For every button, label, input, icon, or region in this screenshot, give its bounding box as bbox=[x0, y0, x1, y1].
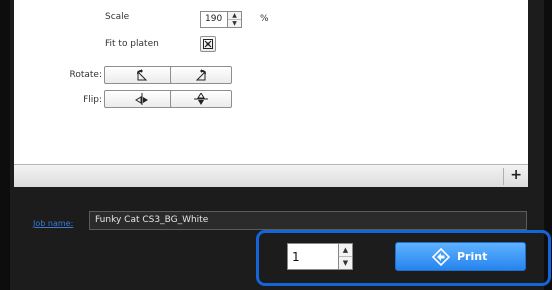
print-diamond-icon bbox=[432, 248, 450, 266]
flip-label: Flip: bbox=[83, 95, 102, 105]
flip-horizontal-icon bbox=[134, 93, 148, 105]
scale-unit: % bbox=[260, 14, 269, 24]
rotate-right-icon bbox=[195, 69, 206, 81]
scale-label: Scale bbox=[105, 12, 130, 22]
scale-stepper[interactable]: 190 ▲ ▼ bbox=[200, 11, 242, 28]
fit-to-platen-icon bbox=[203, 39, 213, 49]
scale-value: 190 bbox=[205, 14, 223, 24]
rotate-left-button[interactable] bbox=[104, 66, 179, 84]
print-button[interactable]: Print bbox=[395, 242, 526, 271]
copies-increase-button[interactable]: ▲ bbox=[339, 244, 352, 257]
copies-stepper-arrows: ▲ ▼ bbox=[338, 244, 352, 269]
rotate-left-icon bbox=[136, 69, 147, 81]
window-frame-left bbox=[0, 0, 10, 290]
rotate-right-button[interactable] bbox=[170, 66, 232, 84]
fit-to-platen-button[interactable] bbox=[200, 36, 216, 52]
copies-stepper[interactable]: 1 ▲ ▼ bbox=[287, 243, 353, 270]
scale-decrease-button[interactable]: ▼ bbox=[228, 20, 241, 28]
copies-value: 1 bbox=[292, 250, 300, 264]
copies-decrease-button[interactable]: ▼ bbox=[339, 257, 352, 270]
scale-increase-button[interactable]: ▲ bbox=[228, 12, 241, 20]
flip-vertical-icon bbox=[194, 93, 208, 105]
scale-stepper-arrows: ▲ ▼ bbox=[227, 12, 241, 27]
flip-vertical-button[interactable] bbox=[170, 90, 232, 108]
layer-list-toolbar: + bbox=[14, 164, 528, 187]
rotate-label: Rotate: bbox=[69, 70, 103, 80]
fit-to-platen-label: Fit to platen bbox=[105, 39, 159, 49]
job-name-field[interactable]: Funky Cat CS3_BG_White bbox=[89, 211, 527, 230]
add-button[interactable]: + bbox=[510, 167, 522, 183]
layout-settings-panel: Scale 190 ▲ ▼ % Fit to platen Rotate: Fl… bbox=[14, 0, 528, 164]
flip-horizontal-button[interactable] bbox=[104, 90, 179, 108]
toolbar-divider bbox=[503, 168, 504, 185]
job-name-link[interactable]: Job name: bbox=[33, 219, 73, 228]
print-button-label: Print bbox=[457, 250, 488, 263]
